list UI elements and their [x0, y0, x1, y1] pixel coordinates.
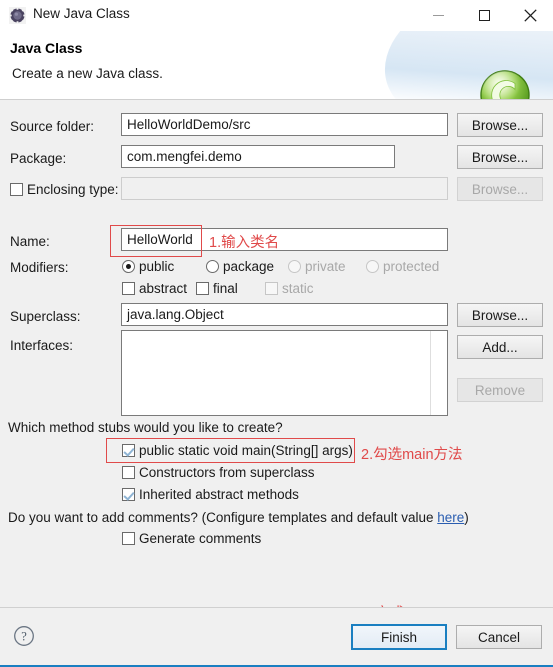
- checkbox-box: [122, 444, 135, 457]
- package-label: Package:: [10, 151, 67, 166]
- finish-button[interactable]: Finish: [351, 624, 447, 650]
- checkbox-box: [122, 282, 135, 295]
- checkbox-box: [122, 532, 135, 545]
- checkbox-box: [196, 282, 209, 295]
- modifier-radio-package-label: package: [223, 259, 275, 274]
- svg-text:?: ?: [21, 630, 27, 644]
- close-button[interactable]: [507, 0, 553, 31]
- page-subtitle: Create a new Java class.: [12, 66, 163, 81]
- minimize-button[interactable]: [415, 0, 461, 31]
- window-title: New Java Class: [33, 6, 130, 21]
- superclass-input[interactable]: java.lang.Object: [121, 303, 448, 326]
- modifier-radio-public-label: public: [139, 259, 175, 274]
- modifier-checkbox-final-label: final: [213, 281, 238, 296]
- radio-dot: [206, 260, 219, 273]
- modifier-radio-private-label: private: [305, 259, 346, 274]
- modifiers-label: Modifiers:: [10, 260, 69, 275]
- stub-checkbox-main[interactable]: public static void main(String[] args): [122, 443, 353, 458]
- title-bar: New Java Class: [0, 0, 553, 31]
- class-name-input[interactable]: HelloWorld: [121, 228, 448, 251]
- modifier-radio-package[interactable]: package: [206, 259, 274, 274]
- maximize-icon: [478, 10, 490, 21]
- annotation-text-1: 1.输入类名: [209, 235, 280, 251]
- modifier-checkbox-static: static: [265, 281, 314, 296]
- checkbox-box: [122, 488, 135, 501]
- name-label: Name:: [10, 234, 50, 249]
- generate-comments-label: Generate comments: [139, 531, 262, 546]
- package-input[interactable]: com.mengfei.demo: [121, 145, 395, 168]
- maximize-button[interactable]: [461, 0, 507, 31]
- close-icon: [523, 9, 537, 22]
- interfaces-remove-button: Remove: [457, 378, 543, 402]
- modifier-checkbox-abstract-label: abstract: [139, 281, 188, 296]
- stub-checkbox-inherited[interactable]: Inherited abstract methods: [122, 487, 299, 502]
- stub-checkbox-constructors-label: Constructors from superclass: [139, 465, 315, 480]
- interfaces-scrollbar[interactable]: [430, 331, 447, 415]
- enclosing-type-checkbox[interactable]: Enclosing type:: [10, 182, 119, 197]
- page-title: Java Class: [10, 40, 83, 56]
- comments-question: Do you want to add comments? (Configure …: [8, 510, 469, 525]
- cancel-button[interactable]: Cancel: [456, 625, 542, 649]
- modifier-radio-private: private: [288, 259, 346, 274]
- minimize-icon: [432, 15, 444, 16]
- interfaces-add-button[interactable]: Add...: [457, 335, 543, 359]
- new-java-class-dialog: New Java Class Java Class Create a new J…: [0, 0, 553, 667]
- superclass-browse-button[interactable]: Browse...: [457, 303, 543, 327]
- gear-icon: [9, 7, 26, 24]
- enclosing-type-input: [121, 177, 448, 200]
- comments-question-suffix: ): [464, 510, 469, 525]
- modifier-checkbox-static-label: static: [282, 281, 314, 296]
- modifier-radio-protected-label: protected: [383, 259, 440, 274]
- checkbox-box: [122, 466, 135, 479]
- interfaces-label: Interfaces:: [10, 338, 74, 353]
- source-folder-label: Source folder:: [10, 119, 95, 134]
- radio-dot: [288, 260, 301, 273]
- radio-dot: [366, 260, 379, 273]
- modifier-radio-protected: protected: [366, 259, 439, 274]
- interfaces-list[interactable]: [121, 330, 448, 416]
- package-browse-button[interactable]: Browse...: [457, 145, 543, 169]
- dialog-body: Source folder: HelloWorldDemo/src Browse…: [0, 100, 553, 607]
- generate-comments-checkbox[interactable]: Generate comments: [122, 531, 261, 546]
- source-folder-input[interactable]: HelloWorldDemo/src: [121, 113, 448, 136]
- checkbox-box: [10, 183, 23, 196]
- checkbox-box: [265, 282, 278, 295]
- help-icon[interactable]: ?: [13, 625, 35, 647]
- configure-templates-link[interactable]: here: [437, 510, 464, 525]
- enclosing-type-label: Enclosing type:: [27, 182, 119, 197]
- comments-question-prefix: Do you want to add comments? (Configure …: [8, 510, 438, 525]
- modifier-radio-public[interactable]: public: [122, 259, 174, 274]
- method-stubs-question: Which method stubs would you like to cre…: [8, 420, 283, 435]
- java-class-green-c-icon: [477, 67, 533, 99]
- superclass-label: Superclass:: [10, 309, 81, 324]
- modifier-checkbox-abstract[interactable]: abstract: [122, 281, 187, 296]
- dialog-header: Java Class Create a new Java class.: [0, 31, 553, 99]
- stub-checkbox-constructors[interactable]: Constructors from superclass: [122, 465, 315, 480]
- source-folder-browse-button[interactable]: Browse...: [457, 113, 543, 137]
- radio-dot: [122, 260, 135, 273]
- stub-checkbox-inherited-label: Inherited abstract methods: [139, 487, 299, 502]
- modifier-checkbox-final[interactable]: final: [196, 281, 238, 296]
- annotation-text-2: 2.勾选main方法: [361, 447, 463, 463]
- enclosing-type-browse-button: Browse...: [457, 177, 543, 201]
- stub-checkbox-main-label: public static void main(String[] args): [139, 443, 353, 458]
